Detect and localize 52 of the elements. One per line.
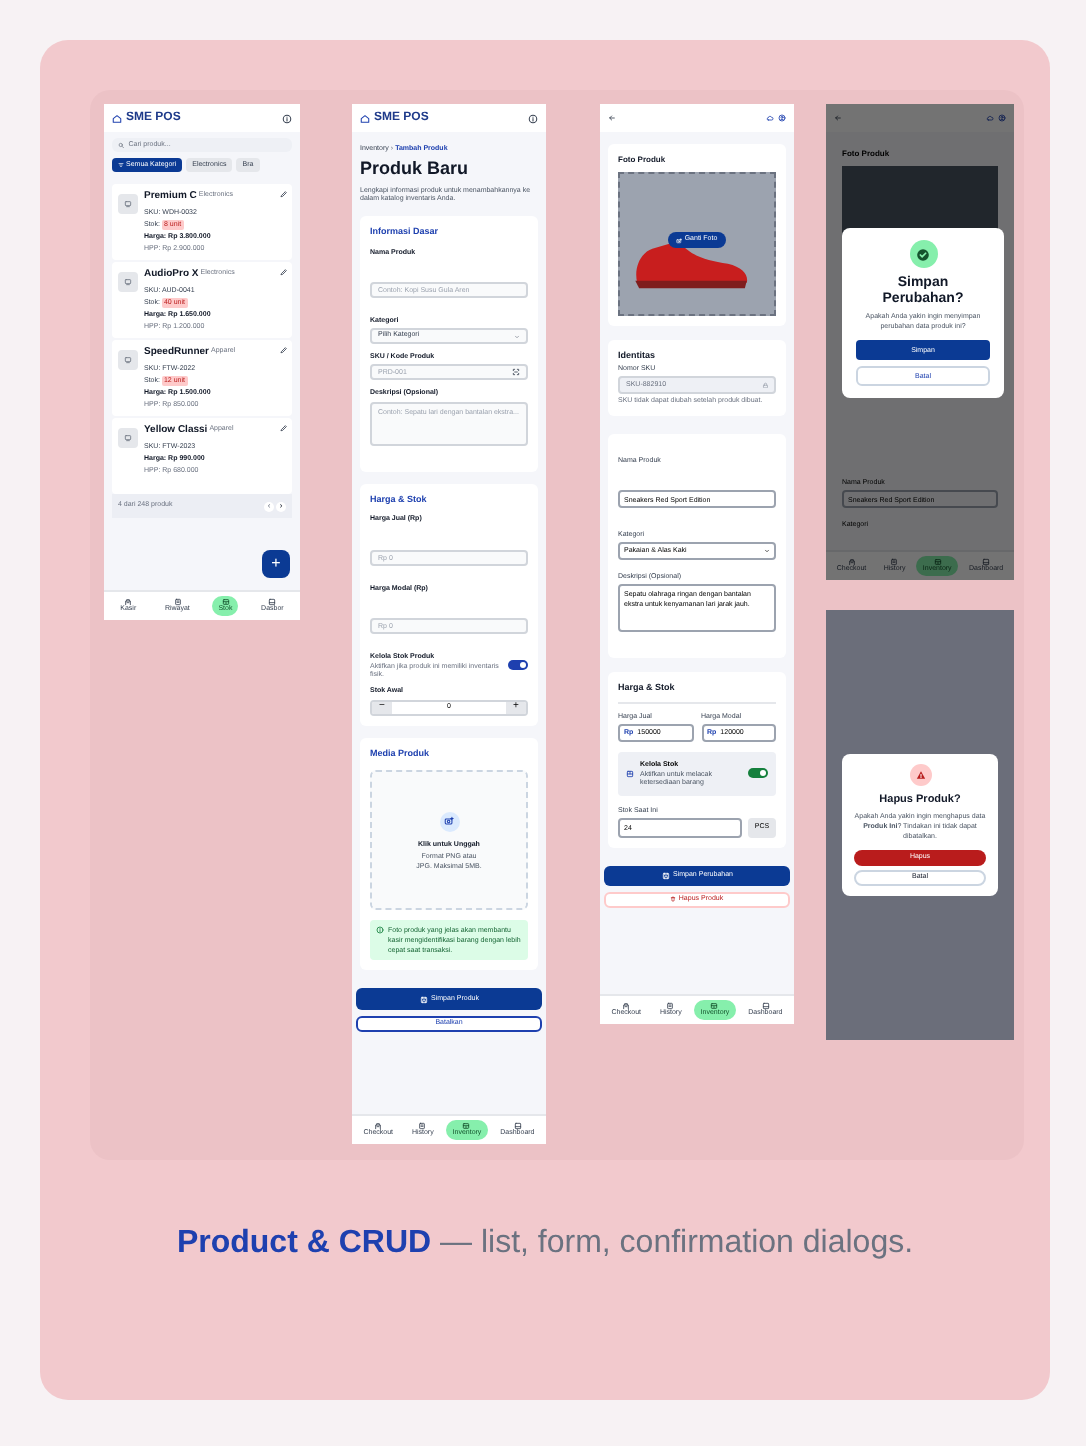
image-icon — [676, 237, 683, 243]
trash-icon — [670, 896, 677, 903]
nav-icon — [890, 558, 899, 567]
cloud-icon[interactable] — [986, 114, 994, 122]
nav-icon — [847, 558, 856, 567]
box-icon — [124, 278, 132, 286]
nav-icon — [982, 558, 991, 567]
nav-icon — [268, 598, 277, 607]
nav-icon — [761, 1002, 770, 1011]
avatar-icon[interactable] — [778, 114, 786, 122]
nav-icon — [622, 1002, 631, 1011]
nav-icon — [418, 1122, 427, 1131]
inventory-icon — [626, 769, 634, 778]
cloud-icon[interactable] — [766, 114, 774, 122]
lock-icon — [761, 381, 768, 389]
camera-icon — [444, 816, 454, 827]
save-icon — [419, 995, 428, 1004]
filter-icon — [118, 162, 124, 168]
scan-icon[interactable] — [512, 368, 520, 377]
box-icon — [124, 200, 132, 208]
caption: Product & CRUD — list, form, confirmation dialogs. — [174, 1224, 916, 1264]
pencil-icon[interactable] — [280, 268, 288, 276]
check-icon — [916, 247, 930, 261]
search-icon — [118, 141, 125, 149]
nav-icon — [221, 598, 230, 607]
nav-icon — [933, 558, 942, 567]
nav-icon — [513, 1122, 522, 1131]
avatar-icon[interactable] — [998, 114, 1006, 122]
nav-icon — [710, 1002, 719, 1011]
nav-icon — [374, 1122, 383, 1131]
house-icon — [360, 113, 370, 123]
nav-icon — [173, 598, 182, 607]
nav-icon — [124, 598, 133, 607]
warning-icon — [915, 770, 925, 781]
back-icon[interactable] — [834, 114, 842, 122]
info-icon[interactable] — [528, 113, 538, 123]
page-title: Produk Baru — [358, 156, 471, 183]
pencil-icon[interactable] — [280, 346, 288, 354]
house-icon — [112, 113, 122, 123]
info-icon[interactable] — [282, 113, 292, 123]
back-icon[interactable] — [608, 114, 616, 122]
pencil-icon[interactable] — [280, 424, 288, 432]
nav-icon — [666, 1002, 675, 1011]
add-button[interactable]: + — [262, 550, 290, 578]
info-icon — [376, 926, 384, 935]
save-icon — [661, 871, 670, 880]
toggle-switch[interactable] — [508, 660, 528, 671]
toggle-switch[interactable] — [748, 768, 768, 779]
pencil-icon[interactable] — [280, 190, 288, 198]
nav-icon — [462, 1122, 471, 1131]
box-icon — [124, 356, 132, 364]
box-icon — [124, 434, 132, 442]
